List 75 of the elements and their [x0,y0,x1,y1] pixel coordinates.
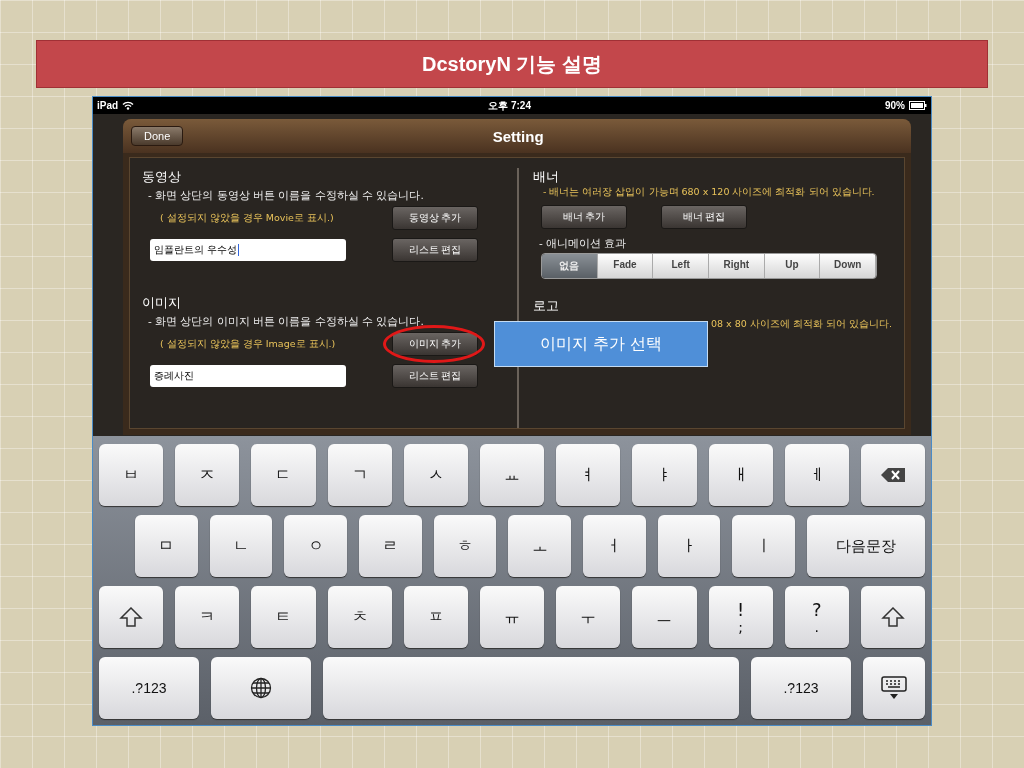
callout-label: 이미지 추가 선택 [494,321,708,367]
section-note: ( 설정되지 않았을 경우 Movie로 표시.) [159,211,335,225]
section-button[interactable]: 동영상 추가 [392,206,478,230]
device-name: iPad [97,100,119,111]
segment-button[interactable]: Left [653,254,709,278]
shift-key[interactable] [99,586,164,648]
section-button[interactable]: 리스트 편집 [392,238,478,262]
segment-button[interactable]: Right [709,254,765,278]
segment-button[interactable]: Down [820,254,876,278]
section-description: - 화면 상단의 이미지 버튼 이름을 수정하실 수 있습니다. [147,315,425,329]
keyboard-key[interactable]: ㅐ [708,444,773,506]
section-heading: 로고 [533,297,560,315]
keyboard-key[interactable]: ? . [784,586,849,648]
battery-icon [909,101,927,110]
section-description: - 애니메이션 효과 [538,237,628,251]
section-button[interactable]: 배너 편집 [661,205,747,229]
keyboard-key[interactable]: ㅋ [175,586,240,648]
shift-key[interactable] [860,586,926,648]
segment-button[interactable]: Fade [597,254,654,278]
keyboard-key[interactable]: ㅕ [556,444,621,506]
keyboard-key[interactable]: ㅑ [632,444,697,506]
keyboard-key[interactable]: ㅡ [632,586,697,648]
segment-button[interactable]: Up [764,254,821,278]
keyboard-key[interactable]: ㅛ [479,444,545,506]
keyboard-key[interactable]: ㅍ [403,586,468,648]
return-key[interactable]: 다음문장 [807,515,926,577]
keyboard-hide-icon [881,676,907,700]
done-button[interactable]: Done [131,126,184,146]
section-button[interactable]: 리스트 편집 [392,364,478,388]
keyboard-key[interactable]: ㄷ [251,444,316,506]
section-button[interactable]: 이미지 추가 [392,332,478,356]
numbers-key[interactable]: .?123 [99,657,199,719]
keyboard-key[interactable]: ㅅ [403,444,468,506]
keyboard-key[interactable]: ㅣ [732,515,796,577]
section-note: ( 설정되지 않았을 경우 Image로 표시.) [159,337,337,351]
section-heading: 동영상 [142,168,182,186]
keyboard-key[interactable]: ㅠ [479,586,545,648]
section-heading: 이미지 [142,294,182,312]
keyboard-key[interactable]: ㅗ [508,515,572,577]
section-button[interactable]: 배너 추가 [541,205,627,229]
section-description: - 화면 상단의 동영상 버튼 이름을 수정하실 수 있습니다. [147,189,425,203]
wifi-icon [122,101,135,110]
keyboard-key[interactable]: ㅓ [583,515,646,577]
keyboard-key[interactable]: ㅌ [251,586,316,648]
slide-title: DcstoryN 기능 설명 [422,51,602,77]
keyboard-key[interactable]: ㅊ [327,586,392,648]
section-heading: 배너 [533,168,560,186]
shift-icon [880,607,905,627]
keyboard-key[interactable]: ㄱ [327,444,392,506]
section-note: 08 x 80 사이즈에 최적화 되어 있습니다. [710,318,893,331]
backspace-key[interactable] [860,444,926,506]
keyboard-key[interactable]: ㅇ [284,515,347,577]
shift-icon [119,607,144,627]
dialog-title: Setting [491,127,545,145]
keyboard-key[interactable]: ! ; [708,586,773,648]
keyboard-key[interactable]: ㄹ [359,515,422,577]
hide-keyboard-key[interactable] [863,657,925,719]
keyboard-key[interactable]: ㅂ [99,444,164,506]
keyboard-key[interactable]: ㅈ [175,444,240,506]
section-note: - 배너는 여러장 삽입이 가능며 680 x 120 사이즈에 최적화 되어 있습니다. [542,186,876,199]
battery-percent: 90% [885,100,905,111]
keyboard-key[interactable]: ㅔ [784,444,849,506]
keyboard-key[interactable]: ㄴ [209,515,273,577]
keyboard-key[interactable]: ㅜ [556,586,621,648]
globe-icon [250,677,272,699]
status-time: 오후 7:24 [488,98,531,113]
name-input-field[interactable]: 임플란트의 우수성 [150,239,346,261]
keyboard-key[interactable]: ㅁ [135,515,198,577]
keyboard-key[interactable]: ㅏ [657,515,721,577]
numbers-key[interactable]: .?123 [751,657,851,719]
globe-key[interactable] [211,657,311,719]
backspace-icon [880,468,905,482]
name-input-field[interactable]: 증례사진 [150,365,346,387]
keyboard-key[interactable]: ㅎ [433,515,497,577]
segment-button[interactable]: 없음 [542,254,598,278]
